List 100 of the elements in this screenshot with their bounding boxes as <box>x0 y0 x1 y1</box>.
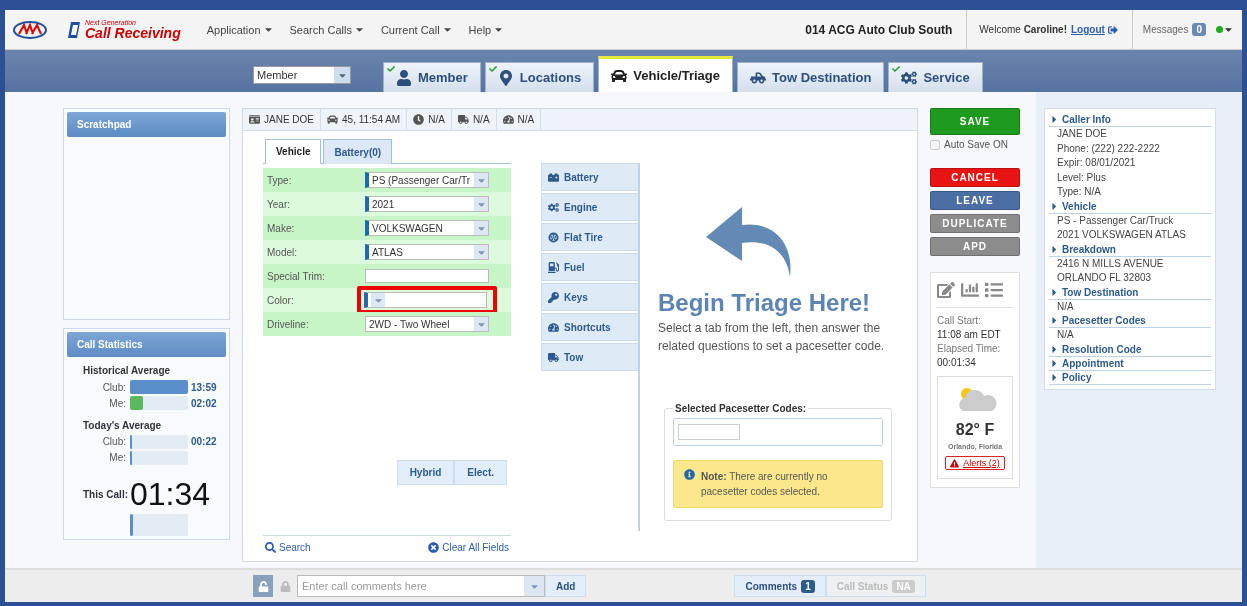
triage-tab[interactable]: Engine <box>541 193 638 221</box>
info-icon <box>684 469 695 480</box>
key-icon <box>548 291 559 303</box>
checkbox-label: Auto Save ON <box>944 139 1008 150</box>
summary-section-title[interactable]: Resolution Code <box>1062 343 1142 355</box>
select-field[interactable]: PS (Passenger Car/Tr <box>365 172 489 188</box>
search-link[interactable]: Search <box>279 542 311 553</box>
map-pin-icon <box>497 69 514 86</box>
nav-tab[interactable]: Service <box>888 62 983 92</box>
summary-section-title[interactable]: Pacesetter Codes <box>1062 315 1146 326</box>
menu-item[interactable]: Search Calls <box>281 23 373 36</box>
stat-label: Me: <box>108 452 127 464</box>
summary-line: N/A <box>1056 299 1075 314</box>
field-label: Color: <box>267 294 295 306</box>
field-label: Type: <box>267 174 293 186</box>
menu-item[interactable]: Current Call <box>372 23 461 36</box>
status-dot[interactable] <box>1216 26 1223 33</box>
summary-section-title[interactable]: Breakdown <box>1062 243 1116 255</box>
logout-icon[interactable] <box>1107 24 1118 35</box>
select-field[interactable]: VOLKSWAGEN <box>365 220 489 236</box>
field-label: Special Trim: <box>267 270 326 282</box>
strip-text: N/A <box>428 114 445 125</box>
panel-title: Call Statistics <box>67 332 226 357</box>
logout-link[interactable]: Logout <box>1071 24 1105 35</box>
form-tab[interactable]: Vehicle <box>265 139 322 164</box>
tire-icon <box>548 231 559 243</box>
select-field[interactable] <box>364 292 487 308</box>
select-field[interactable]: 2021 <box>365 196 489 212</box>
view-dropdown[interactable]: Member <box>253 66 351 84</box>
strip-text: JANE DOE <box>264 114 314 125</box>
nav-tab[interactable]: Member <box>383 62 481 92</box>
triage-tab[interactable]: Battery <box>541 163 638 191</box>
stat-group-title: Historical Average <box>83 365 172 376</box>
select-field[interactable]: 2WD - Two Wheel <box>365 316 489 332</box>
info-label: Elapsed Time: <box>937 342 1002 356</box>
summary-line: Expir: 08/01/2021 <box>1056 156 1137 170</box>
club-logo <box>13 20 47 39</box>
codes-field[interactable] <box>673 418 883 446</box>
menu-item[interactable]: Help <box>460 23 513 36</box>
summary-section-title[interactable]: Appointment <box>1062 357 1124 369</box>
stat-label: This Call: <box>83 489 128 501</box>
action-button[interactable]: LEAVE <box>930 191 1020 210</box>
nav-tab[interactable]: Tow Destination <box>737 62 885 92</box>
nav-tab[interactable]: Vehicle/Triage <box>598 56 733 92</box>
triage-tab[interactable]: Flat Tire <box>541 223 638 251</box>
car-icon <box>611 67 628 84</box>
panel-title: Selected Pacesetter Codes: <box>674 403 808 414</box>
alerts-link[interactable]: Alerts (2) <box>963 458 1000 468</box>
strip-text: 45, 11:54 AM <box>342 114 401 125</box>
edit-icon[interactable] <box>937 281 955 299</box>
triage-tab[interactable]: Shortcuts <box>541 313 638 341</box>
messages-button[interactable]: Messages 0 <box>1131 9 1216 50</box>
summary-section-title[interactable]: Tow Destination <box>1062 286 1139 298</box>
stat-label: Me: <box>108 397 127 409</box>
toggle-button[interactable]: Hybrid <box>396 460 455 485</box>
toggle-button[interactable]: Elect. <box>454 460 507 485</box>
strip-text: N/A <box>472 114 490 125</box>
warning-icon <box>950 458 960 468</box>
id-card-icon <box>249 114 260 125</box>
battery-icon <box>548 171 559 183</box>
summary-line: Phone: (222) 222-2222 <box>1056 141 1161 156</box>
save-button[interactable]: SAVE <box>930 108 1020 135</box>
triage-tab[interactable]: Keys <box>541 283 638 311</box>
clear-icon[interactable] <box>428 542 440 553</box>
triage-tab[interactable]: Fuel <box>541 253 638 281</box>
list-icon[interactable] <box>985 281 1003 299</box>
gauge-icon <box>548 321 559 333</box>
comments-button[interactable]: Comments 1 <box>734 575 826 597</box>
summary-section-title[interactable]: Caller Info <box>1062 114 1111 125</box>
temperature: 82° F <box>955 421 995 439</box>
stat-label: Club: <box>101 381 127 393</box>
clear-fields-link[interactable]: Clear All Fields <box>442 542 509 553</box>
triage-tab[interactable]: Tow <box>541 343 638 371</box>
triage-description: Select a tab from the left, then answer the related questions to set a pacesetter code. <box>658 320 886 355</box>
summary-line: PS - Passenger Car/Truck <box>1056 213 1175 228</box>
summary-line: N/A <box>1056 328 1075 342</box>
stat-value: 13:59 <box>191 381 217 393</box>
panel-title: Scratchpad <box>67 112 226 137</box>
chart-icon[interactable] <box>961 281 979 299</box>
menu-item[interactable]: Application <box>198 23 282 36</box>
club-name: 014 ACG Auto Club South <box>805 9 968 50</box>
field-label: Year: <box>267 198 291 210</box>
field-label: Make: <box>267 222 296 234</box>
person-icon <box>396 69 412 86</box>
nav-tab[interactable]: Locations <box>484 62 595 92</box>
engine-icon <box>548 201 559 213</box>
search-icon[interactable] <box>265 542 276 553</box>
summary-section-title[interactable]: Vehicle <box>1062 200 1097 212</box>
action-button[interactable]: CANCEL <box>930 168 1020 187</box>
select-field[interactable]: ATLAS <box>365 244 489 260</box>
unlock-button[interactable] <box>253 575 273 597</box>
fuel-pump-icon <box>548 261 559 273</box>
input-field[interactable] <box>365 269 489 283</box>
checkbox[interactable] <box>930 139 940 150</box>
summary-section-title[interactable]: Policy <box>1062 371 1092 383</box>
field-label: Driveline: <box>267 318 310 330</box>
brand-logo-icon <box>67 19 81 40</box>
summary-line: Type: N/A <box>1056 185 1102 199</box>
add-button[interactable]: Add <box>545 575 587 597</box>
form-tab[interactable]: Battery(0) <box>323 139 393 164</box>
